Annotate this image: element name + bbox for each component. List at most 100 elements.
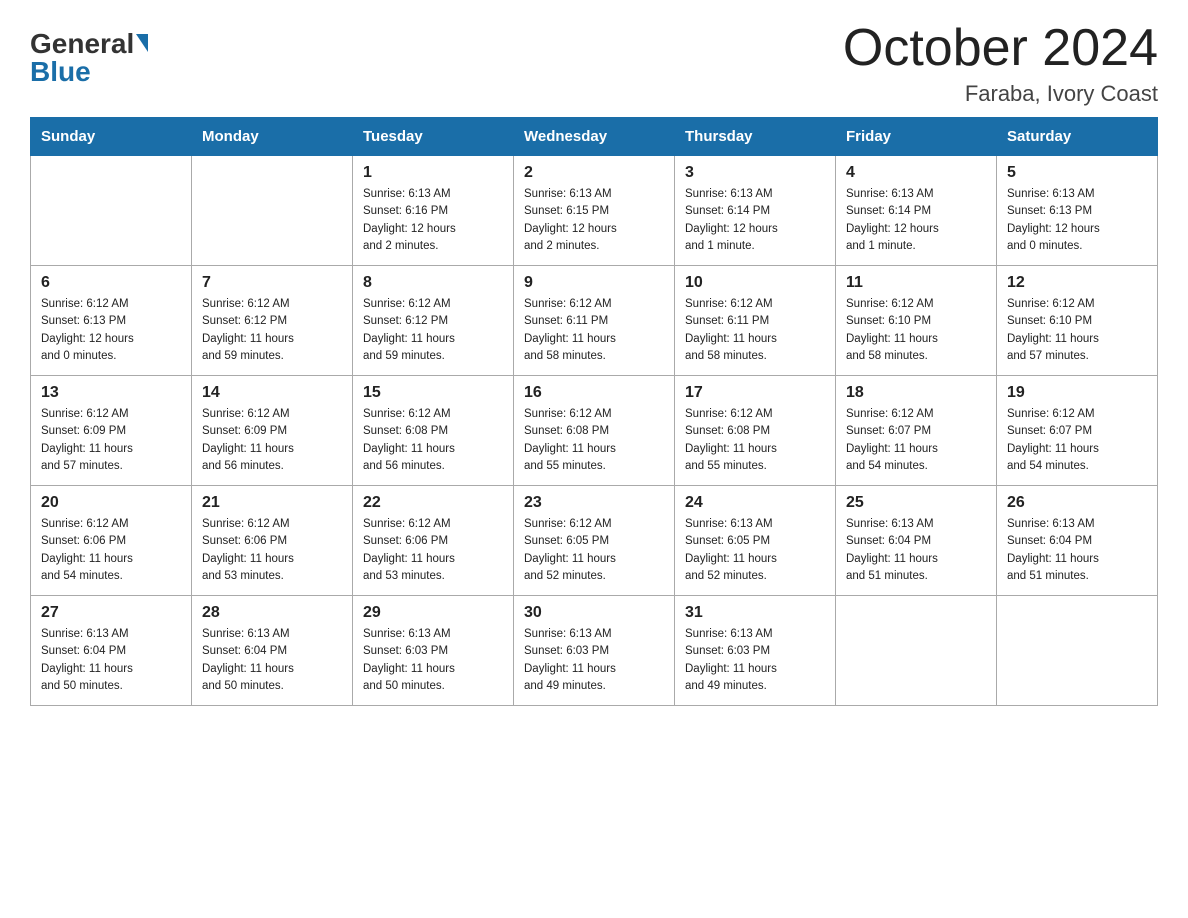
calendar-cell: 30Sunrise: 6:13 AM Sunset: 6:03 PM Dayli… [514, 596, 675, 706]
calendar-cell: 25 Sunrise: 6:13 AM Sunset: 6:04 PM Dayli… [836, 486, 997, 596]
calendar-cell: 11 Sunrise: 6:12 AM Sunset: 6:10 PM Dayli… [836, 266, 997, 376]
calendar-cell: 21Sunrise: 6:12 AM Sunset: 6:06 PM Dayli… [192, 486, 353, 596]
calendar-cell: 19 Sunrise: 6:12 AM Sunset: 6:07 PM Dayli… [997, 376, 1158, 486]
day-info: Sunrise: 6:12 AM Sunset: 6:13 PM Dayligh… [41, 296, 181, 365]
day-number: 31 [685, 604, 825, 622]
day-info: Sunrise: 6:12 AM Sunset: 6:07 PM Dayligh… [1007, 406, 1147, 475]
day-number: 7 [202, 274, 342, 292]
calendar-cell: 9Sunrise: 6:12 AM Sunset: 6:11 PM Daylig… [514, 266, 675, 376]
calendar-cell: 6 Sunrise: 6:12 AM Sunset: 6:13 PM Daylig… [31, 266, 192, 376]
calendar-cell: 7 Sunrise: 6:12 AM Sunset: 6:12 PM Daylig… [192, 266, 353, 376]
day-info: Sunrise: 6:12 AM Sunset: 6:11 PM Dayligh… [524, 296, 664, 365]
calendar-cell: 1 Sunrise: 6:13 AM Sunset: 6:16 PM Daylig… [353, 156, 514, 266]
day-number: 4 [846, 164, 986, 182]
day-number: 20 [41, 494, 181, 512]
day-info: Sunrise: 6:12 AM Sunset: 6:10 PM Dayligh… [846, 296, 986, 365]
weekday-header-tuesday: Tuesday [353, 118, 514, 156]
day-number: 10 [685, 274, 825, 292]
day-info: Sunrise: 6:12 AM Sunset: 6:11 PM Dayligh… [685, 296, 825, 365]
logo: General Blue [30, 30, 148, 86]
calendar-body: 1 Sunrise: 6:13 AM Sunset: 6:16 PM Daylig… [31, 156, 1158, 706]
weekday-header-friday: Friday [836, 118, 997, 156]
day-info: Sunrise: 6:13 AM Sunset: 6:03 PM Dayligh… [363, 626, 503, 695]
calendar-cell: 24Sunrise: 6:13 AM Sunset: 6:05 PM Dayli… [675, 486, 836, 596]
calendar-cell: 27 Sunrise: 6:13 AM Sunset: 6:04 PM Dayli… [31, 596, 192, 706]
weekday-header-wednesday: Wednesday [514, 118, 675, 156]
day-info: Sunrise: 6:12 AM Sunset: 6:08 PM Dayligh… [363, 406, 503, 475]
calendar-cell: 28Sunrise: 6:13 AM Sunset: 6:04 PM Dayli… [192, 596, 353, 706]
day-info: Sunrise: 6:12 AM Sunset: 6:06 PM Dayligh… [363, 516, 503, 585]
calendar-cell: 5 Sunrise: 6:13 AM Sunset: 6:13 PM Daylig… [997, 156, 1158, 266]
day-info: Sunrise: 6:13 AM Sunset: 6:04 PM Dayligh… [41, 626, 181, 695]
day-number: 28 [202, 604, 342, 622]
calendar-cell: 18Sunrise: 6:12 AM Sunset: 6:07 PM Dayli… [836, 376, 997, 486]
calendar-cell: 20 Sunrise: 6:12 AM Sunset: 6:06 PM Dayli… [31, 486, 192, 596]
day-number: 8 [363, 274, 503, 292]
calendar-cell: 14 Sunrise: 6:12 AM Sunset: 6:09 PM Dayli… [192, 376, 353, 486]
day-number: 11 [846, 274, 986, 292]
day-info: Sunrise: 6:12 AM Sunset: 6:10 PM Dayligh… [1007, 296, 1147, 365]
day-number: 17 [685, 384, 825, 402]
day-number: 2 [524, 164, 664, 182]
day-number: 24 [685, 494, 825, 512]
day-number: 26 [1007, 494, 1147, 512]
day-number: 1 [363, 164, 503, 182]
calendar-week-row: 1 Sunrise: 6:13 AM Sunset: 6:16 PM Daylig… [31, 156, 1158, 266]
weekday-header-thursday: Thursday [675, 118, 836, 156]
calendar-cell [192, 156, 353, 266]
day-number: 16 [524, 384, 664, 402]
calendar-cell: 31 Sunrise: 6:13 AM Sunset: 6:03 PM Dayli… [675, 596, 836, 706]
day-info: Sunrise: 6:12 AM Sunset: 6:06 PM Dayligh… [41, 516, 181, 585]
day-info: Sunrise: 6:12 AM Sunset: 6:08 PM Dayligh… [685, 406, 825, 475]
calendar-cell: 8 Sunrise: 6:12 AM Sunset: 6:12 PM Daylig… [353, 266, 514, 376]
day-info: Sunrise: 6:12 AM Sunset: 6:12 PM Dayligh… [363, 296, 503, 365]
day-info: Sunrise: 6:12 AM Sunset: 6:12 PM Dayligh… [202, 296, 342, 365]
calendar-header-row: SundayMondayTuesdayWednesdayThursdayFrid… [31, 118, 1158, 156]
day-number: 13 [41, 384, 181, 402]
day-number: 19 [1007, 384, 1147, 402]
day-info: Sunrise: 6:13 AM Sunset: 6:04 PM Dayligh… [846, 516, 986, 585]
day-number: 18 [846, 384, 986, 402]
day-info: Sunrise: 6:12 AM Sunset: 6:09 PM Dayligh… [41, 406, 181, 475]
calendar-cell: 17 Sunrise: 6:12 AM Sunset: 6:08 PM Dayli… [675, 376, 836, 486]
day-number: 29 [363, 604, 503, 622]
day-number: 12 [1007, 274, 1147, 292]
day-info: Sunrise: 6:13 AM Sunset: 6:14 PM Dayligh… [685, 186, 825, 255]
calendar-cell [31, 156, 192, 266]
calendar-cell: 3 Sunrise: 6:13 AM Sunset: 6:14 PM Daylig… [675, 156, 836, 266]
day-info: Sunrise: 6:13 AM Sunset: 6:16 PM Dayligh… [363, 186, 503, 255]
day-number: 25 [846, 494, 986, 512]
calendar-week-row: 6 Sunrise: 6:12 AM Sunset: 6:13 PM Daylig… [31, 266, 1158, 376]
day-number: 3 [685, 164, 825, 182]
weekday-header-monday: Monday [192, 118, 353, 156]
logo-triangle-icon [136, 34, 148, 52]
weekday-header-sunday: Sunday [31, 118, 192, 156]
calendar-cell: 15 Sunrise: 6:12 AM Sunset: 6:08 PM Dayli… [353, 376, 514, 486]
calendar-cell: 2 Sunrise: 6:13 AM Sunset: 6:15 PM Daylig… [514, 156, 675, 266]
calendar-week-row: 20 Sunrise: 6:12 AM Sunset: 6:06 PM Dayli… [31, 486, 1158, 596]
calendar-cell [836, 596, 997, 706]
calendar-cell: 10 Sunrise: 6:12 AM Sunset: 6:11 PM Dayli… [675, 266, 836, 376]
calendar-cell: 26Sunrise: 6:13 AM Sunset: 6:04 PM Dayli… [997, 486, 1158, 596]
day-info: Sunrise: 6:13 AM Sunset: 6:03 PM Dayligh… [685, 626, 825, 695]
day-info: Sunrise: 6:13 AM Sunset: 6:15 PM Dayligh… [524, 186, 664, 255]
day-info: Sunrise: 6:13 AM Sunset: 6:13 PM Dayligh… [1007, 186, 1147, 255]
day-number: 27 [41, 604, 181, 622]
calendar-week-row: 13 Sunrise: 6:12 AM Sunset: 6:09 PM Dayli… [31, 376, 1158, 486]
day-number: 30 [524, 604, 664, 622]
day-number: 22 [363, 494, 503, 512]
day-number: 23 [524, 494, 664, 512]
calendar-cell: 22 Sunrise: 6:12 AM Sunset: 6:06 PM Dayli… [353, 486, 514, 596]
calendar-cell: 29 Sunrise: 6:13 AM Sunset: 6:03 PM Dayli… [353, 596, 514, 706]
calendar-table: SundayMondayTuesdayWednesdayThursdayFrid… [30, 117, 1158, 706]
day-number: 14 [202, 384, 342, 402]
day-number: 5 [1007, 164, 1147, 182]
location-title: Faraba, Ivory Coast [843, 81, 1158, 107]
calendar-cell [997, 596, 1158, 706]
day-number: 15 [363, 384, 503, 402]
day-info: Sunrise: 6:12 AM Sunset: 6:09 PM Dayligh… [202, 406, 342, 475]
calendar-cell: 16 Sunrise: 6:12 AM Sunset: 6:08 PM Dayli… [514, 376, 675, 486]
day-number: 6 [41, 274, 181, 292]
day-info: Sunrise: 6:12 AM Sunset: 6:08 PM Dayligh… [524, 406, 664, 475]
day-info: Sunrise: 6:13 AM Sunset: 6:14 PM Dayligh… [846, 186, 986, 255]
